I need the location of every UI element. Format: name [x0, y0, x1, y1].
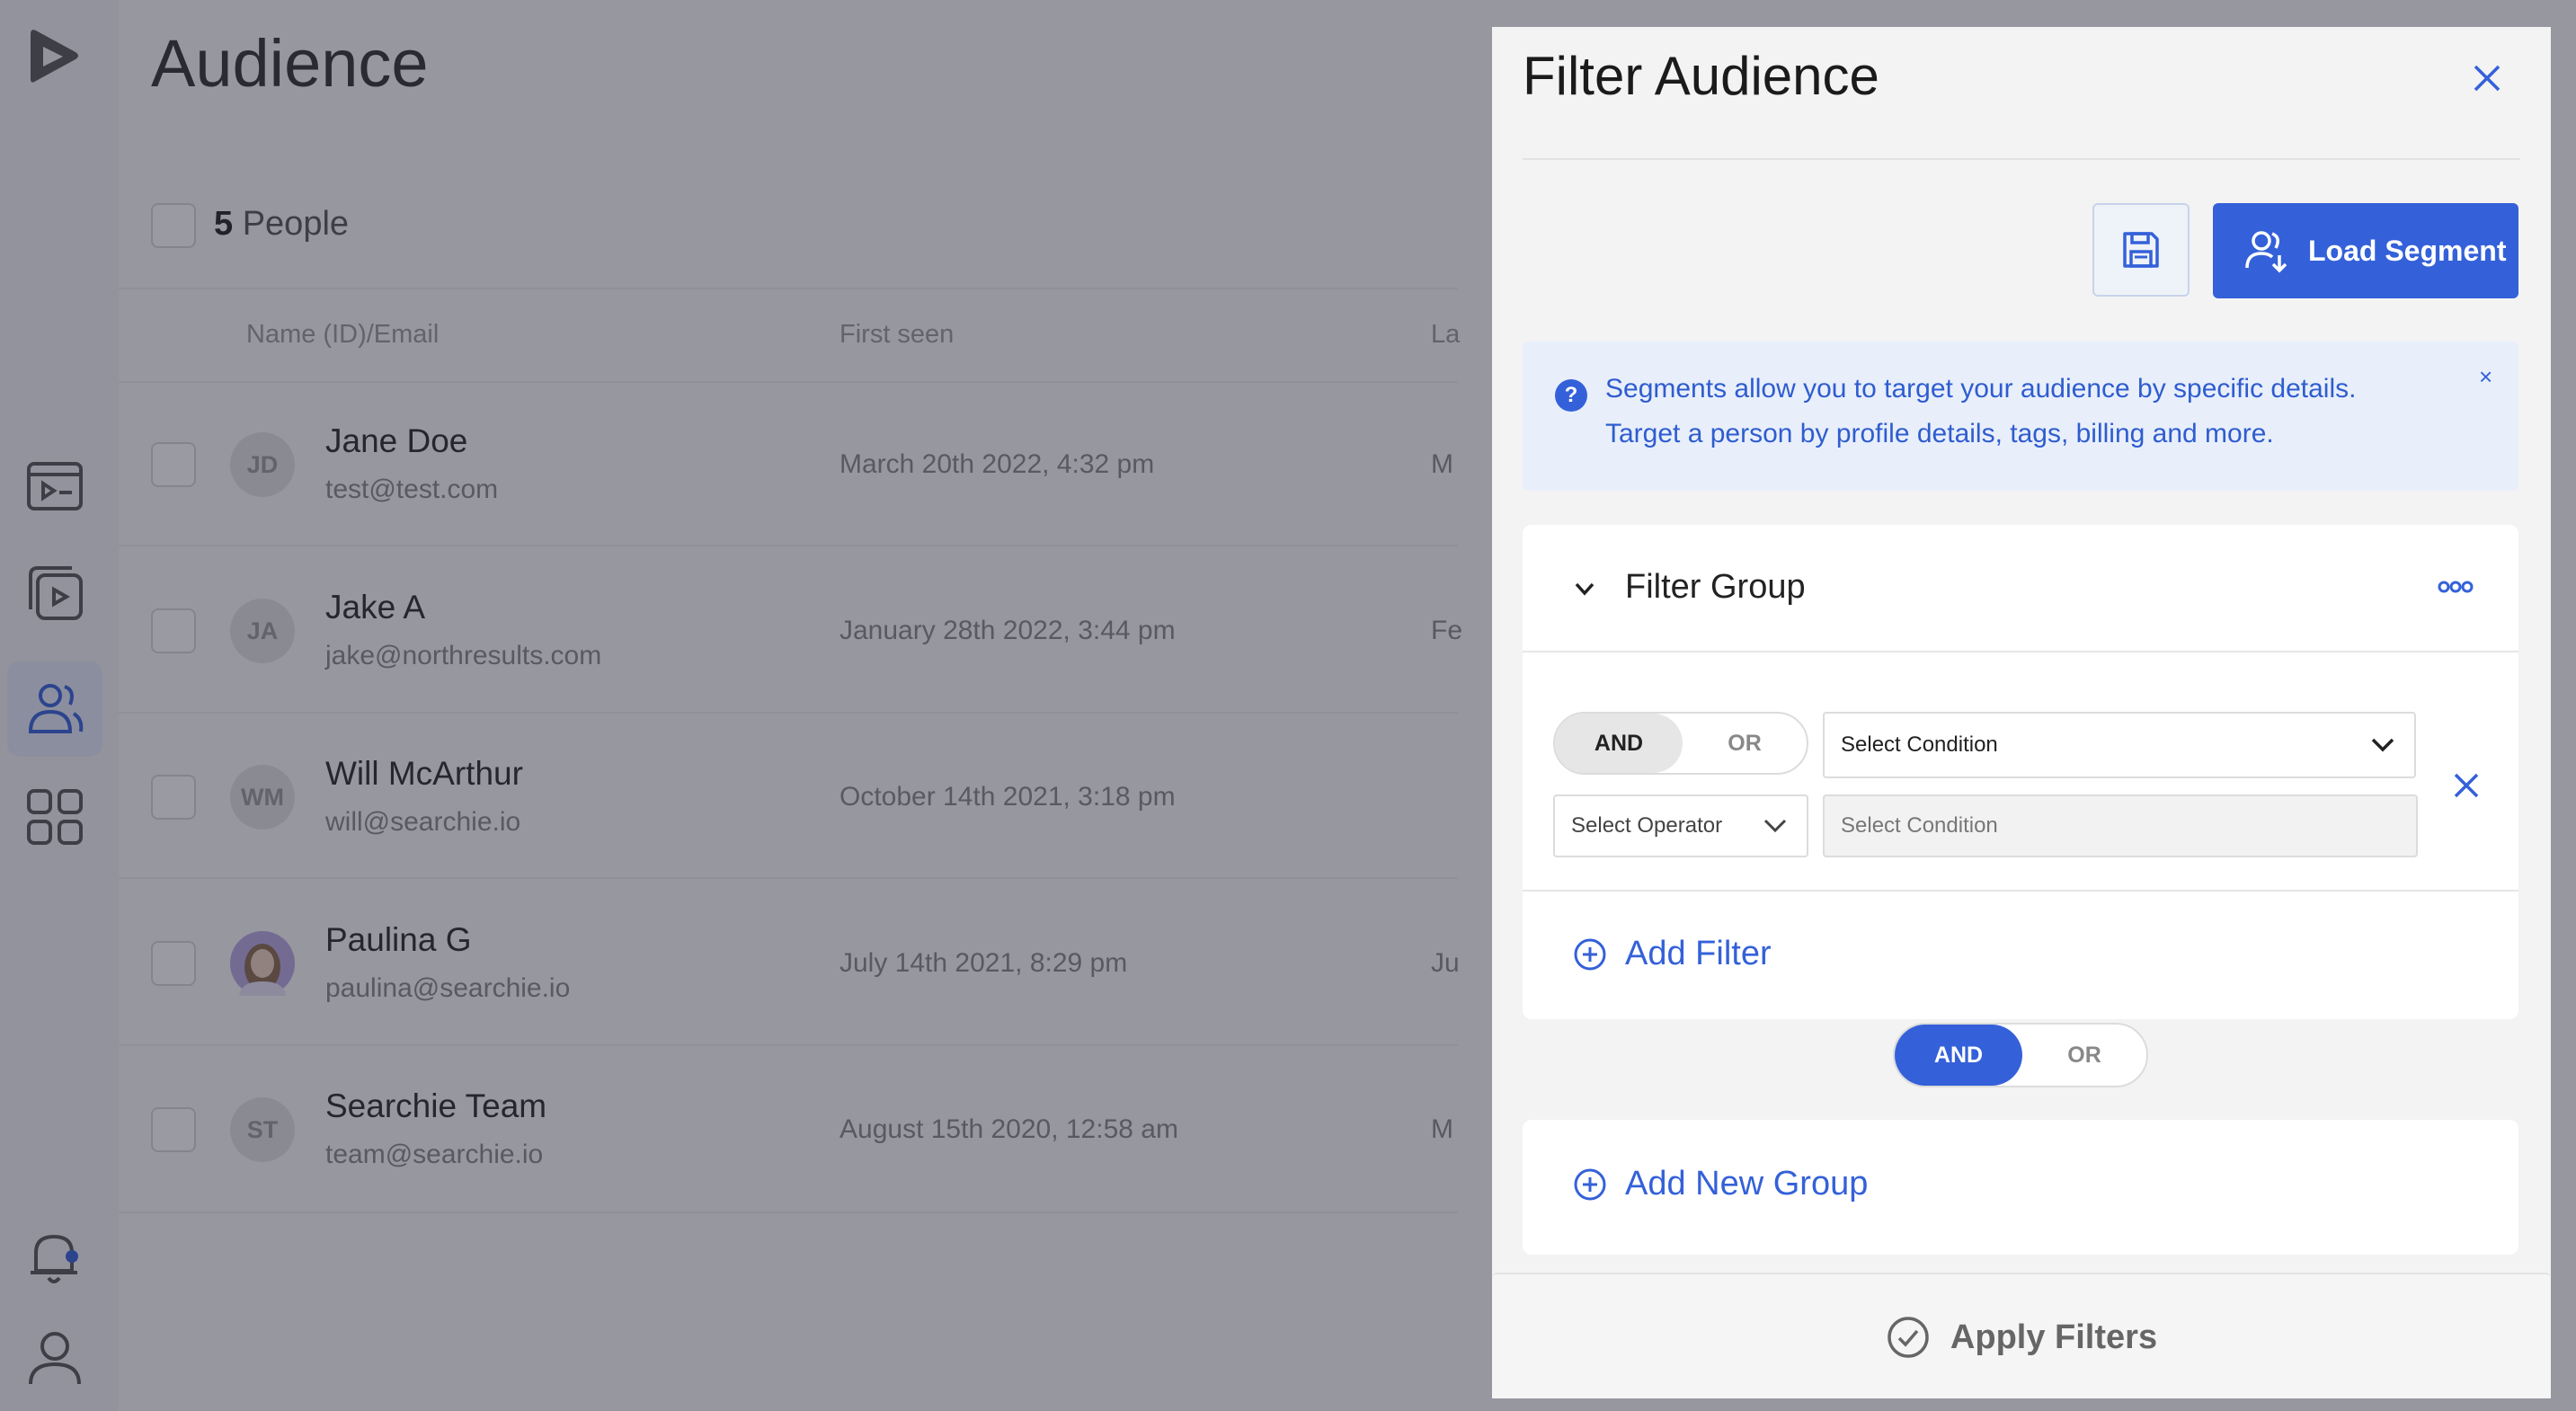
and-or-toggle: AND OR: [1553, 712, 1808, 775]
load-segment-label: Load Segment: [2308, 234, 2507, 267]
dismiss-info-icon[interactable]: ×: [2479, 363, 2492, 391]
divider: [1523, 890, 2518, 892]
panel-title: Filter Audience: [1523, 46, 1879, 106]
add-filter-button[interactable]: Add Filter: [1573, 935, 1772, 973]
save-icon: [2123, 232, 2159, 268]
select-condition-dropdown[interactable]: Select Condition: [1823, 712, 2416, 778]
chevron-down-icon: [2371, 738, 2394, 752]
apply-filters-label: Apply Filters: [1950, 1318, 2158, 1356]
select-condition-placeholder: Select Condition: [1841, 732, 1998, 757]
add-group-card: Add New Group: [1523, 1120, 2518, 1255]
info-text-line-1: Segments allow you to target your audien…: [1605, 374, 2357, 404]
filter-group-title: Filter Group: [1625, 568, 1806, 606]
add-new-group-button[interactable]: Add New Group: [1573, 1165, 1868, 1203]
help-icon: ?: [1555, 379, 1587, 412]
more-options-icon[interactable]: [2438, 573, 2474, 600]
group-toggle-and-option[interactable]: AND: [1895, 1025, 2022, 1086]
load-segment-icon: [2245, 231, 2287, 273]
info-text-line-2: Target a person by profile details, tags…: [1605, 419, 2274, 448]
divider: [1523, 651, 2518, 652]
toggle-or-option[interactable]: OR: [1683, 714, 1807, 773]
filter-group-card: Filter Group AND OR Select Condition Sel…: [1523, 525, 2518, 1019]
toggle-and-option[interactable]: AND: [1555, 714, 1683, 773]
segments-info-banner: ? Segments allow you to target your audi…: [1523, 342, 2518, 491]
apply-filters-button[interactable]: Apply Filters: [1492, 1273, 2551, 1398]
check-circle-icon: [1888, 1317, 1929, 1358]
select-operator-placeholder: Select Operator: [1571, 813, 1723, 838]
plus-circle-icon: [1574, 1168, 1606, 1200]
condition-value-field[interactable]: Select Condition: [1823, 794, 2418, 857]
group-and-or-toggle: AND OR: [1893, 1023, 2148, 1087]
add-new-group-label: Add New Group: [1625, 1165, 1869, 1202]
chevron-down-icon[interactable]: [1573, 577, 1596, 600]
plus-circle-icon: [1574, 938, 1606, 970]
remove-filter-icon[interactable]: [2447, 766, 2486, 805]
close-icon[interactable]: [2463, 54, 2511, 102]
select-operator-dropdown[interactable]: Select Operator: [1553, 794, 1808, 857]
add-filter-label: Add Filter: [1625, 935, 1772, 972]
group-toggle-or-option[interactable]: OR: [2022, 1025, 2146, 1086]
load-segment-button[interactable]: Load Segment: [2213, 203, 2518, 298]
save-segment-button[interactable]: [2092, 203, 2190, 297]
filter-audience-panel: Filter Audience Load Segment ? Segments …: [1492, 27, 2551, 1398]
condition-value-placeholder: Select Condition: [1841, 813, 1998, 838]
divider: [1523, 158, 2520, 160]
chevron-down-icon: [1763, 819, 1787, 833]
